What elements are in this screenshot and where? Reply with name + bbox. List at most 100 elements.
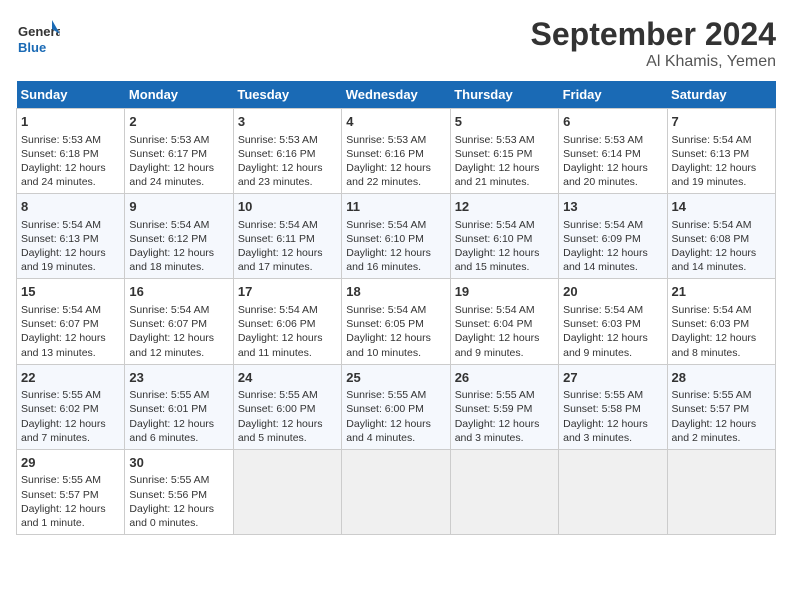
day-info: Daylight: 12 hours: [21, 247, 106, 259]
day-info: Sunset: 5:59 PM: [455, 403, 533, 415]
calendar-cell: 6Sunrise: 5:53 AMSunset: 6:14 PMDaylight…: [559, 109, 667, 194]
day-info: and 16 minutes.: [346, 261, 421, 273]
day-info: and 24 minutes.: [21, 176, 96, 188]
calendar-cell: 17Sunrise: 5:54 AMSunset: 6:06 PMDayligh…: [233, 279, 341, 364]
day-info: Sunrise: 5:55 AM: [21, 389, 101, 401]
day-info: Sunset: 6:10 PM: [455, 233, 533, 245]
day-number: 25: [346, 369, 445, 387]
day-info: Daylight: 12 hours: [129, 247, 214, 259]
day-info: Daylight: 12 hours: [21, 503, 106, 515]
calendar-cell: 28Sunrise: 5:55 AMSunset: 5:57 PMDayligh…: [667, 364, 775, 449]
day-number: 10: [238, 198, 337, 216]
day-info: Sunset: 6:13 PM: [672, 148, 750, 160]
day-info: Sunrise: 5:54 AM: [129, 219, 209, 231]
day-info: Sunset: 6:16 PM: [238, 148, 316, 160]
day-number: 13: [563, 198, 662, 216]
day-number: 28: [672, 369, 771, 387]
day-info: Sunset: 6:04 PM: [455, 318, 533, 330]
calendar-week-row: 1Sunrise: 5:53 AMSunset: 6:18 PMDaylight…: [17, 109, 776, 194]
day-info: Sunset: 6:03 PM: [672, 318, 750, 330]
day-info: and 5 minutes.: [238, 432, 307, 444]
day-info: Sunrise: 5:53 AM: [346, 134, 426, 146]
calendar-cell: 10Sunrise: 5:54 AMSunset: 6:11 PMDayligh…: [233, 194, 341, 279]
day-info: Daylight: 12 hours: [21, 418, 106, 430]
day-info: Daylight: 12 hours: [21, 162, 106, 174]
day-info: Sunrise: 5:53 AM: [129, 134, 209, 146]
day-info: Daylight: 12 hours: [672, 247, 757, 259]
day-number: 16: [129, 283, 228, 301]
calendar-cell: 9Sunrise: 5:54 AMSunset: 6:12 PMDaylight…: [125, 194, 233, 279]
day-info: and 4 minutes.: [346, 432, 415, 444]
day-info: Sunset: 6:08 PM: [672, 233, 750, 245]
day-info: and 12 minutes.: [129, 347, 204, 359]
day-info: and 9 minutes.: [455, 347, 524, 359]
day-info: Sunrise: 5:53 AM: [21, 134, 101, 146]
day-info: and 24 minutes.: [129, 176, 204, 188]
weekday-header-friday: Friday: [559, 81, 667, 109]
day-info: Daylight: 12 hours: [455, 418, 540, 430]
calendar-cell: 27Sunrise: 5:55 AMSunset: 5:58 PMDayligh…: [559, 364, 667, 449]
day-info: and 19 minutes.: [21, 261, 96, 273]
logo-svg: General Blue: [16, 16, 60, 60]
day-number: 2: [129, 113, 228, 131]
day-info: Sunrise: 5:54 AM: [21, 304, 101, 316]
day-info: Daylight: 12 hours: [129, 162, 214, 174]
calendar-week-row: 15Sunrise: 5:54 AMSunset: 6:07 PMDayligh…: [17, 279, 776, 364]
day-info: Daylight: 12 hours: [238, 418, 323, 430]
day-number: 18: [346, 283, 445, 301]
day-info: Sunrise: 5:54 AM: [129, 304, 209, 316]
weekday-header-thursday: Thursday: [450, 81, 558, 109]
day-info: Sunset: 6:05 PM: [346, 318, 424, 330]
day-number: 5: [455, 113, 554, 131]
day-info: Sunrise: 5:53 AM: [238, 134, 318, 146]
day-info: Sunset: 6:11 PM: [238, 233, 315, 245]
day-info: Sunrise: 5:54 AM: [238, 304, 318, 316]
day-info: Sunrise: 5:55 AM: [672, 389, 752, 401]
calendar-cell: 13Sunrise: 5:54 AMSunset: 6:09 PMDayligh…: [559, 194, 667, 279]
day-number: 6: [563, 113, 662, 131]
weekday-header-row: SundayMondayTuesdayWednesdayThursdayFrid…: [17, 81, 776, 109]
calendar-cell: 22Sunrise: 5:55 AMSunset: 6:02 PMDayligh…: [17, 364, 125, 449]
day-number: 20: [563, 283, 662, 301]
day-info: Sunset: 5:58 PM: [563, 403, 641, 415]
day-number: 3: [238, 113, 337, 131]
day-info: and 20 minutes.: [563, 176, 638, 188]
day-info: Sunset: 6:07 PM: [21, 318, 99, 330]
day-number: 30: [129, 454, 228, 472]
day-info: Sunset: 6:16 PM: [346, 148, 424, 160]
day-info: and 19 minutes.: [672, 176, 747, 188]
calendar-cell: 11Sunrise: 5:54 AMSunset: 6:10 PMDayligh…: [342, 194, 450, 279]
day-info: Daylight: 12 hours: [455, 247, 540, 259]
day-info: and 6 minutes.: [129, 432, 198, 444]
day-number: 24: [238, 369, 337, 387]
calendar-cell: 3Sunrise: 5:53 AMSunset: 6:16 PMDaylight…: [233, 109, 341, 194]
day-info: and 3 minutes.: [563, 432, 632, 444]
day-info: Sunrise: 5:54 AM: [563, 304, 643, 316]
day-number: 14: [672, 198, 771, 216]
day-number: 9: [129, 198, 228, 216]
calendar-cell: 8Sunrise: 5:54 AMSunset: 6:13 PMDaylight…: [17, 194, 125, 279]
day-info: Daylight: 12 hours: [129, 503, 214, 515]
location-title: Al Khamis, Yemen: [531, 53, 776, 71]
day-info: Sunrise: 5:54 AM: [455, 219, 535, 231]
day-info: and 10 minutes.: [346, 347, 421, 359]
calendar-cell: 5Sunrise: 5:53 AMSunset: 6:15 PMDaylight…: [450, 109, 558, 194]
calendar-cell: 19Sunrise: 5:54 AMSunset: 6:04 PMDayligh…: [450, 279, 558, 364]
day-info: Sunrise: 5:55 AM: [238, 389, 318, 401]
calendar-cell: 23Sunrise: 5:55 AMSunset: 6:01 PMDayligh…: [125, 364, 233, 449]
day-info: Sunset: 6:06 PM: [238, 318, 316, 330]
day-info: Daylight: 12 hours: [346, 418, 431, 430]
day-number: 8: [21, 198, 120, 216]
day-info: and 11 minutes.: [238, 347, 312, 359]
logo: General Blue: [16, 16, 60, 60]
day-info: Sunset: 6:13 PM: [21, 233, 99, 245]
day-info: and 8 minutes.: [672, 347, 741, 359]
day-number: 29: [21, 454, 120, 472]
day-info: Sunset: 6:17 PM: [129, 148, 207, 160]
day-number: 15: [21, 283, 120, 301]
calendar-cell: 16Sunrise: 5:54 AMSunset: 6:07 PMDayligh…: [125, 279, 233, 364]
page-header: General Blue September 2024 Al Khamis, Y…: [16, 16, 776, 71]
title-area: September 2024 Al Khamis, Yemen: [531, 16, 776, 71]
day-info: Sunset: 6:07 PM: [129, 318, 207, 330]
calendar-cell: 12Sunrise: 5:54 AMSunset: 6:10 PMDayligh…: [450, 194, 558, 279]
